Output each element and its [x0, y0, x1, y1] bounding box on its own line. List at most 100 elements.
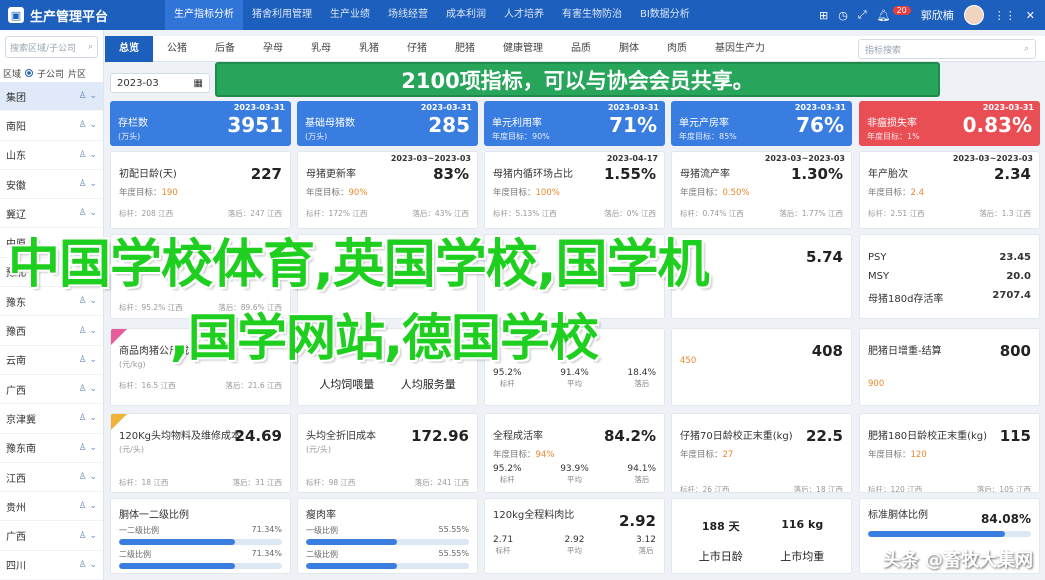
radio-company[interactable]: 子公司 — [37, 67, 64, 80]
tab-item[interactable]: 胴体 — [605, 36, 653, 62]
bell-icon[interactable]: 🔔︎ — [877, 9, 891, 22]
metric-search-input[interactable]: 指标搜索 ⌕ — [858, 39, 1036, 59]
metric-card[interactable]: 头均全折旧成本 (元/头) 172.96 标杆：98 江西 落后：241 江西 — [297, 413, 478, 493]
time-icon[interactable]: ◷ — [838, 9, 848, 22]
metric-card[interactable]: 408 450 — [671, 328, 852, 406]
topnav-item[interactable]: 生产指标分析 — [165, 0, 243, 30]
tab-item[interactable]: 品质 — [557, 36, 605, 62]
metric-card[interactable]: 2023-03~2023-03 母猪更新率 83% 年度目标：90% 标杆：172% 江… — [297, 151, 478, 229]
radio-district[interactable]: 片区 — [68, 67, 86, 80]
target-label: 年度目标： — [868, 450, 911, 460]
card-target: 900 — [868, 379, 1031, 389]
metric-card[interactable]: 肥猪日增重-结算 800 900 — [859, 328, 1040, 406]
bottom-stats: 人均饲喂量 人均服务量 — [306, 376, 469, 392]
trio-label: 平均 — [567, 475, 582, 484]
metric-card[interactable]: 仔猪70日龄校正末重(kg) 22.5 年度目标：27 标杆：26 江西 落后：18 江… — [671, 413, 852, 493]
sidebar-region-item[interactable]: 贵州 ♙ ⌄ — [0, 492, 103, 522]
user-chevron-icon[interactable]: ♙ ⌄ — [79, 355, 97, 365]
metric-card[interactable]: 瘦肉率 一级比例 55.55% 二级比例 55.55% — [297, 498, 478, 574]
metric-card[interactable]: 初配日龄(天) 227 年度目标：190 标杆：208 江西 落后：247 江西 — [110, 151, 291, 229]
user-chevron-icon[interactable]: ♙ ⌄ — [79, 472, 97, 482]
user-chevron-icon[interactable]: ♙ ⌄ — [79, 120, 97, 130]
card-value: 408 — [811, 342, 843, 360]
metric-card[interactable]: 2023-03~2023-03 年产胎次 2.34 年度目标：2.4 标杆：2.51 江… — [859, 151, 1040, 229]
tab-item[interactable]: 孕母 — [249, 36, 297, 62]
radio-region[interactable]: 区域 — [3, 67, 21, 80]
sidebar-region-item[interactable]: 集团 ♙ ⌄ — [0, 82, 103, 112]
sidebar-region-item[interactable]: 广西 ♙ ⌄ — [0, 521, 103, 551]
user-chevron-icon[interactable]: ♙ ⌄ — [79, 531, 97, 541]
topnav-item[interactable]: BI数据分析 — [631, 0, 699, 30]
user-chevron-icon[interactable]: ♙ ⌄ — [79, 91, 97, 101]
tab-item[interactable]: 肉质 — [653, 36, 701, 62]
fullscreen-icon[interactable]: ⤢ — [858, 8, 867, 22]
close-icon[interactable]: ✕ — [1026, 9, 1035, 22]
user-chevron-icon[interactable]: ♙ ⌄ — [79, 179, 97, 189]
sidebar-region-item[interactable]: 豫东南 ♙ ⌄ — [0, 434, 103, 463]
user-chevron-icon[interactable]: ♙ ⌄ — [79, 208, 97, 218]
metric-card[interactable]: 2023-04-17 母猪内循环场占比 1.55% 年度目标：100% 标杆：5.13%… — [484, 151, 665, 229]
tab-item[interactable]: 公猪 — [153, 36, 201, 62]
date-picker[interactable]: 2023-03 ▦ — [110, 73, 210, 93]
tab-item[interactable]: 乳猪 — [345, 36, 393, 62]
metric-card[interactable]: 2023-03-31 基础母猪数 (万头) 285 — [297, 101, 478, 146]
sidebar-region-item[interactable]: 云南 ♙ ⌄ — [0, 346, 103, 375]
region-search-input[interactable]: 搜索区域/子公司 ⌕ — [5, 36, 98, 58]
user-chevron-icon[interactable]: ♙ ⌄ — [79, 501, 97, 511]
metric-card[interactable]: 120Kg头均物料及维修成本 (元/头) 24.69 标杆：18 江西 落后：31 江西 — [110, 413, 291, 493]
sidebar-region-item[interactable]: 安徽 ♙ ⌄ — [0, 170, 103, 200]
metric-card[interactable]: 2023-03-31 非瘟损失率 年度目标：1% 0.83% — [859, 101, 1040, 146]
user-chevron-icon[interactable]: ♙ ⌄ — [79, 413, 97, 423]
benchmark-worst: 落后：0% 江西 — [604, 209, 656, 218]
metric-card[interactable]: 2023-03-31 存栏数 (万头) 3951 — [110, 101, 291, 146]
kpi-value: 3951 — [227, 113, 283, 137]
user-chevron-icon[interactable]: ♙ ⌄ — [79, 296, 97, 306]
tab-item[interactable]: 乳母 — [297, 36, 345, 62]
topnav-item[interactable]: 猪舍利用管理 — [243, 0, 321, 30]
metric-card[interactable]: 120kg全程料肉比 2.92 2.71 标杆 2.92 平均 3.12 落后 — [484, 498, 665, 574]
metric-card[interactable]: 全程成活率 84.2% 年度目标：94% 95.2% 标杆 93.9% 平均 94.1% 落后 — [484, 413, 665, 493]
topnav-item[interactable]: 生产业绩 — [321, 0, 379, 30]
sidebar-region-item[interactable]: 豫西 ♙ ⌄ — [0, 316, 103, 346]
trio-stats: 2.71 标杆 2.92 平均 3.12 落后 — [493, 535, 656, 556]
sidebar-region-item[interactable]: 江西 ♙ ⌄ — [0, 463, 103, 493]
tab-item[interactable]: 总览 — [105, 35, 153, 62]
metric-card[interactable]: 188 天 116 kg 上市日龄 上市均重 — [671, 498, 852, 574]
topnav-item[interactable]: 场线经营 — [379, 0, 437, 30]
apps-icon[interactable]: ⋮⋮ — [994, 9, 1016, 22]
metric-card[interactable]: 2023-03~2023-03 母猪流产率 1.30% 年度目标：0.50% 标杆：0.… — [671, 151, 852, 229]
trio-label: 标杆 — [495, 546, 511, 555]
target-label: 年度目标： — [868, 188, 911, 198]
metric-card[interactable]: PSY 23.45 MSY 20.0 母猪180d存活率 2707.4 — [859, 234, 1040, 319]
progress-bar — [868, 531, 1031, 537]
card-value: 800 — [999, 342, 1031, 360]
topnav-item[interactable]: 成本利润 — [437, 0, 495, 30]
topnav-item[interactable]: 人才培养 — [495, 0, 553, 30]
metric-card[interactable]: 胴体一二级比例 一二级比例 71.34% 二级比例 71.34% — [110, 498, 291, 574]
user-chevron-icon[interactable]: ♙ ⌄ — [79, 384, 97, 394]
tab-item[interactable]: 仔猪 — [393, 36, 441, 62]
tab-item[interactable]: 基因生产力 — [701, 36, 779, 62]
user-chevron-icon[interactable]: ♙ ⌄ — [79, 150, 97, 160]
sidebar-region-item[interactable]: 广西 ♙ ⌄ — [0, 375, 103, 405]
sidebar-region-item[interactable]: 四川 ♙ ⌄ — [0, 551, 103, 580]
user-chevron-icon[interactable]: ♙ ⌄ — [79, 443, 97, 453]
user-chevron-icon[interactable]: ♙ ⌄ — [79, 560, 97, 570]
user-chevron-icon[interactable]: ♙ ⌄ — [79, 326, 97, 336]
metric-card[interactable]: 2023-03-31 单元利用率 年度目标：90% 71% — [484, 101, 665, 146]
target-label: 年度目标： — [680, 450, 723, 460]
sidebar-region-item[interactable]: 山东 ♙ ⌄ — [0, 141, 103, 170]
metric-card[interactable]: 肥猪180日龄校正末重(kg) 115 年度目标：120 标杆：120 江西 落后：10… — [859, 413, 1040, 493]
topnav-item[interactable]: 有害生物防治 — [553, 0, 631, 30]
tab-item[interactable]: 后备 — [201, 36, 249, 62]
grid-icon[interactable]: ⊞ — [819, 9, 828, 22]
app-logo[interactable]: ▣ 生产管理平台 — [0, 6, 165, 25]
tab-item[interactable]: 肥猪 — [441, 36, 489, 62]
avatar[interactable] — [963, 5, 984, 25]
metric-card[interactable]: 2023-03-31 单元产房率 年度目标：85% 76% — [671, 101, 852, 146]
sidebar-region-item[interactable]: 南阳 ♙ ⌄ — [0, 111, 103, 141]
tab-item[interactable]: 健康管理 — [489, 36, 557, 62]
user-name[interactable]: 郭欣楠 — [921, 7, 954, 23]
radio-selected-icon[interactable] — [25, 69, 34, 77]
sidebar-region-item[interactable]: 京津冀 ♙ ⌄ — [0, 404, 103, 434]
